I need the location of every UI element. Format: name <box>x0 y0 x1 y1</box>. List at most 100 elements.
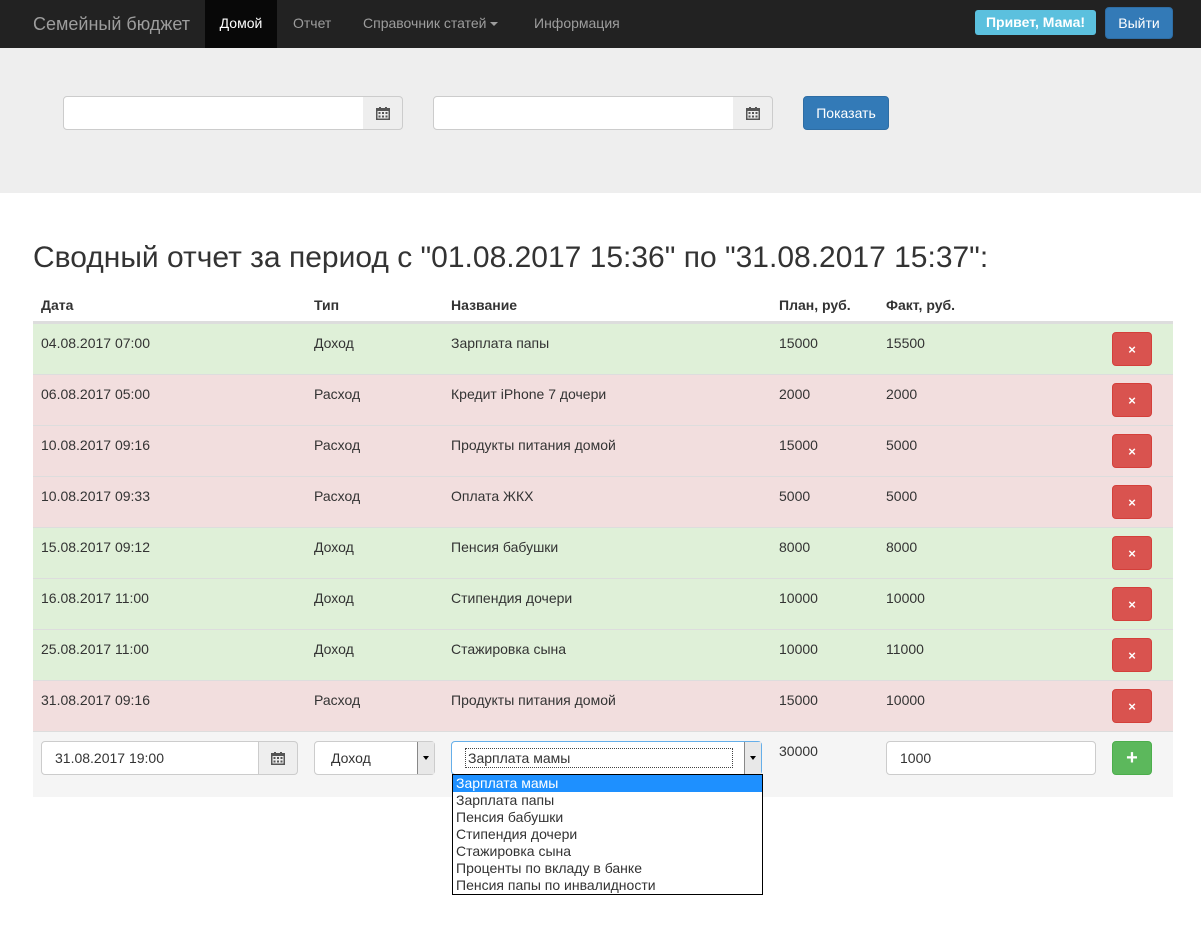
dropdown-option[interactable]: Пенсия бабушки <box>453 809 762 826</box>
cell-plan: 15000 <box>779 437 818 453</box>
nav-info[interactable]: Информация <box>534 0 620 48</box>
date-from-input[interactable] <box>63 96 364 130</box>
col-header-date: Дата <box>41 297 74 313</box>
dropdown-option[interactable]: Зарплата папы <box>453 792 762 809</box>
nav-catalog-label: Справочник статей <box>363 15 487 31</box>
caret-down-icon <box>490 22 499 27</box>
cell-type: Доход <box>314 590 354 606</box>
dropdown-arrow-icon[interactable] <box>417 742 434 774</box>
delete-row-button[interactable]: × <box>1112 587 1152 621</box>
delete-row-button[interactable]: × <box>1112 689 1152 723</box>
cell-type: Расход <box>314 437 361 453</box>
cell-fact: 15500 <box>886 335 925 351</box>
cell-name: Пенсия бабушки <box>451 539 559 555</box>
cell-plan: 10000 <box>779 590 818 606</box>
cell-name: Стажировка сына <box>451 641 567 657</box>
delete-row-button[interactable]: × <box>1112 485 1152 519</box>
cell-plan: 8000 <box>779 539 811 555</box>
cell-type: Доход <box>314 335 354 351</box>
new-entry-calendar-button[interactable] <box>259 741 298 775</box>
name-select-value: Зарплата мамы <box>465 748 733 768</box>
cell-type: Доход <box>314 539 354 555</box>
close-icon: × <box>1128 494 1136 510</box>
table-row: 16.08.2017 11:00 Доход Стипендия дочери 100… <box>33 578 1173 629</box>
close-icon: × <box>1128 698 1136 714</box>
cell-date: 31.08.2017 09:16 <box>41 692 150 708</box>
dropdown-arrow-icon[interactable] <box>744 742 761 774</box>
table-row: 10.08.2017 09:33 Расход Оплата ЖКХ 5000 5000… <box>33 476 1173 527</box>
col-header-name: Название <box>451 297 518 313</box>
greeting-badge: Привет, Мама! <box>975 10 1096 35</box>
cell-type: Расход <box>314 386 361 402</box>
cell-date: 10.08.2017 09:16 <box>41 437 150 453</box>
date-to-calendar-button[interactable] <box>733 96 773 130</box>
delete-row-button[interactable]: × <box>1112 434 1152 468</box>
name-dropdown-list: Зарплата мамы Зарплата папы Пенсия бабушки… <box>452 774 763 895</box>
new-entry-type-select[interactable]: Доход <box>314 741 435 775</box>
nav-catalog-dropdown[interactable]: Справочник статей <box>363 0 499 48</box>
nav-home-label: Домой <box>219 15 263 31</box>
cell-date: 04.08.2017 07:00 <box>41 335 150 351</box>
table-row: 06.08.2017 05:00 Расход Кредит iPhone 7 до… <box>33 374 1173 425</box>
nav-report[interactable]: Отчет <box>293 0 331 48</box>
close-icon: × <box>1128 596 1136 612</box>
delete-row-button[interactable]: × <box>1112 383 1152 417</box>
delete-row-button[interactable]: × <box>1112 332 1152 366</box>
dropdown-option[interactable]: Стажировка сына <box>453 843 762 860</box>
date-from-group <box>63 96 403 130</box>
calendar-icon <box>271 751 285 765</box>
col-header-fact: Факт, руб. <box>886 297 956 313</box>
cell-type: Расход <box>314 692 361 708</box>
cell-name: Зарплата папы <box>451 335 550 351</box>
date-to-group <box>433 96 773 130</box>
calendar-icon <box>375 106 390 120</box>
delete-row-button[interactable]: × <box>1112 638 1152 672</box>
cell-plan: 15000 <box>779 335 818 351</box>
dropdown-option[interactable]: Зарплата мамы <box>453 775 762 792</box>
cell-name: Стипендия дочери <box>451 590 573 606</box>
dropdown-option[interactable]: Проценты по вкладу в банке <box>453 860 762 877</box>
dropdown-option[interactable]: Стипендия дочери <box>453 826 762 843</box>
calendar-icon <box>745 106 760 120</box>
cell-type: Расход <box>314 488 361 504</box>
type-select-value: Доход <box>331 750 371 766</box>
dropdown-option[interactable]: Пенсия папы по инвалидности <box>453 877 762 894</box>
table-row: 15.08.2017 09:12 Доход Пенсия бабушки 8000 8… <box>33 527 1173 578</box>
cell-date: 15.08.2017 09:12 <box>41 539 150 555</box>
date-from-calendar-button[interactable] <box>363 96 403 130</box>
new-entry-plan-value: 30000 <box>779 743 818 759</box>
table-row: 04.08.2017 07:00 Доход Зарплата папы 15000 1… <box>33 323 1173 374</box>
cell-plan: 5000 <box>779 488 811 504</box>
close-icon: × <box>1128 443 1136 459</box>
close-icon: × <box>1128 545 1136 561</box>
cell-fact: 11000 <box>886 641 924 657</box>
new-entry-name-select[interactable]: Зарплата мамы <box>451 741 762 775</box>
col-header-plan: План, руб. <box>779 297 851 313</box>
nav-info-label: Информация <box>534 15 620 31</box>
cell-date: 25.08.2017 11:00 <box>41 641 149 657</box>
cell-date: 10.08.2017 09:33 <box>41 488 150 504</box>
brand[interactable]: Семейный бюджет <box>33 0 190 48</box>
table-row: 10.08.2017 09:16 Расход Продукты питания д… <box>33 425 1173 476</box>
cell-date: 06.08.2017 05:00 <box>41 386 150 402</box>
cell-fact: 10000 <box>886 692 925 708</box>
new-entry-date-input[interactable]: 31.08.2017 19:00 <box>41 741 259 775</box>
date-to-input[interactable] <box>433 96 734 130</box>
table-row: 31.08.2017 09:16 Расход Продукты питания д… <box>33 680 1173 731</box>
cell-fact: 8000 <box>886 539 918 555</box>
logout-button[interactable]: Выйти <box>1105 7 1173 39</box>
delete-row-button[interactable]: × <box>1112 536 1152 570</box>
filter-panel: Показать <box>0 48 1201 193</box>
cell-fact: 5000 <box>886 488 918 504</box>
cell-plan: 10000 <box>779 641 818 657</box>
cell-fact: 10000 <box>886 590 925 606</box>
cell-type: Доход <box>314 641 354 657</box>
add-entry-button[interactable]: + <box>1112 741 1152 775</box>
show-button[interactable]: Показать <box>803 96 889 130</box>
nav-home[interactable]: Домой <box>205 0 277 48</box>
new-entry-fact-input[interactable]: 1000 <box>886 741 1096 775</box>
report-heading: Сводный отчет за период с "01.08.2017 15… <box>33 241 989 274</box>
close-icon: × <box>1128 647 1136 663</box>
cell-name: Продукты питания домой <box>451 692 616 708</box>
cell-fact: 2000 <box>886 386 918 402</box>
